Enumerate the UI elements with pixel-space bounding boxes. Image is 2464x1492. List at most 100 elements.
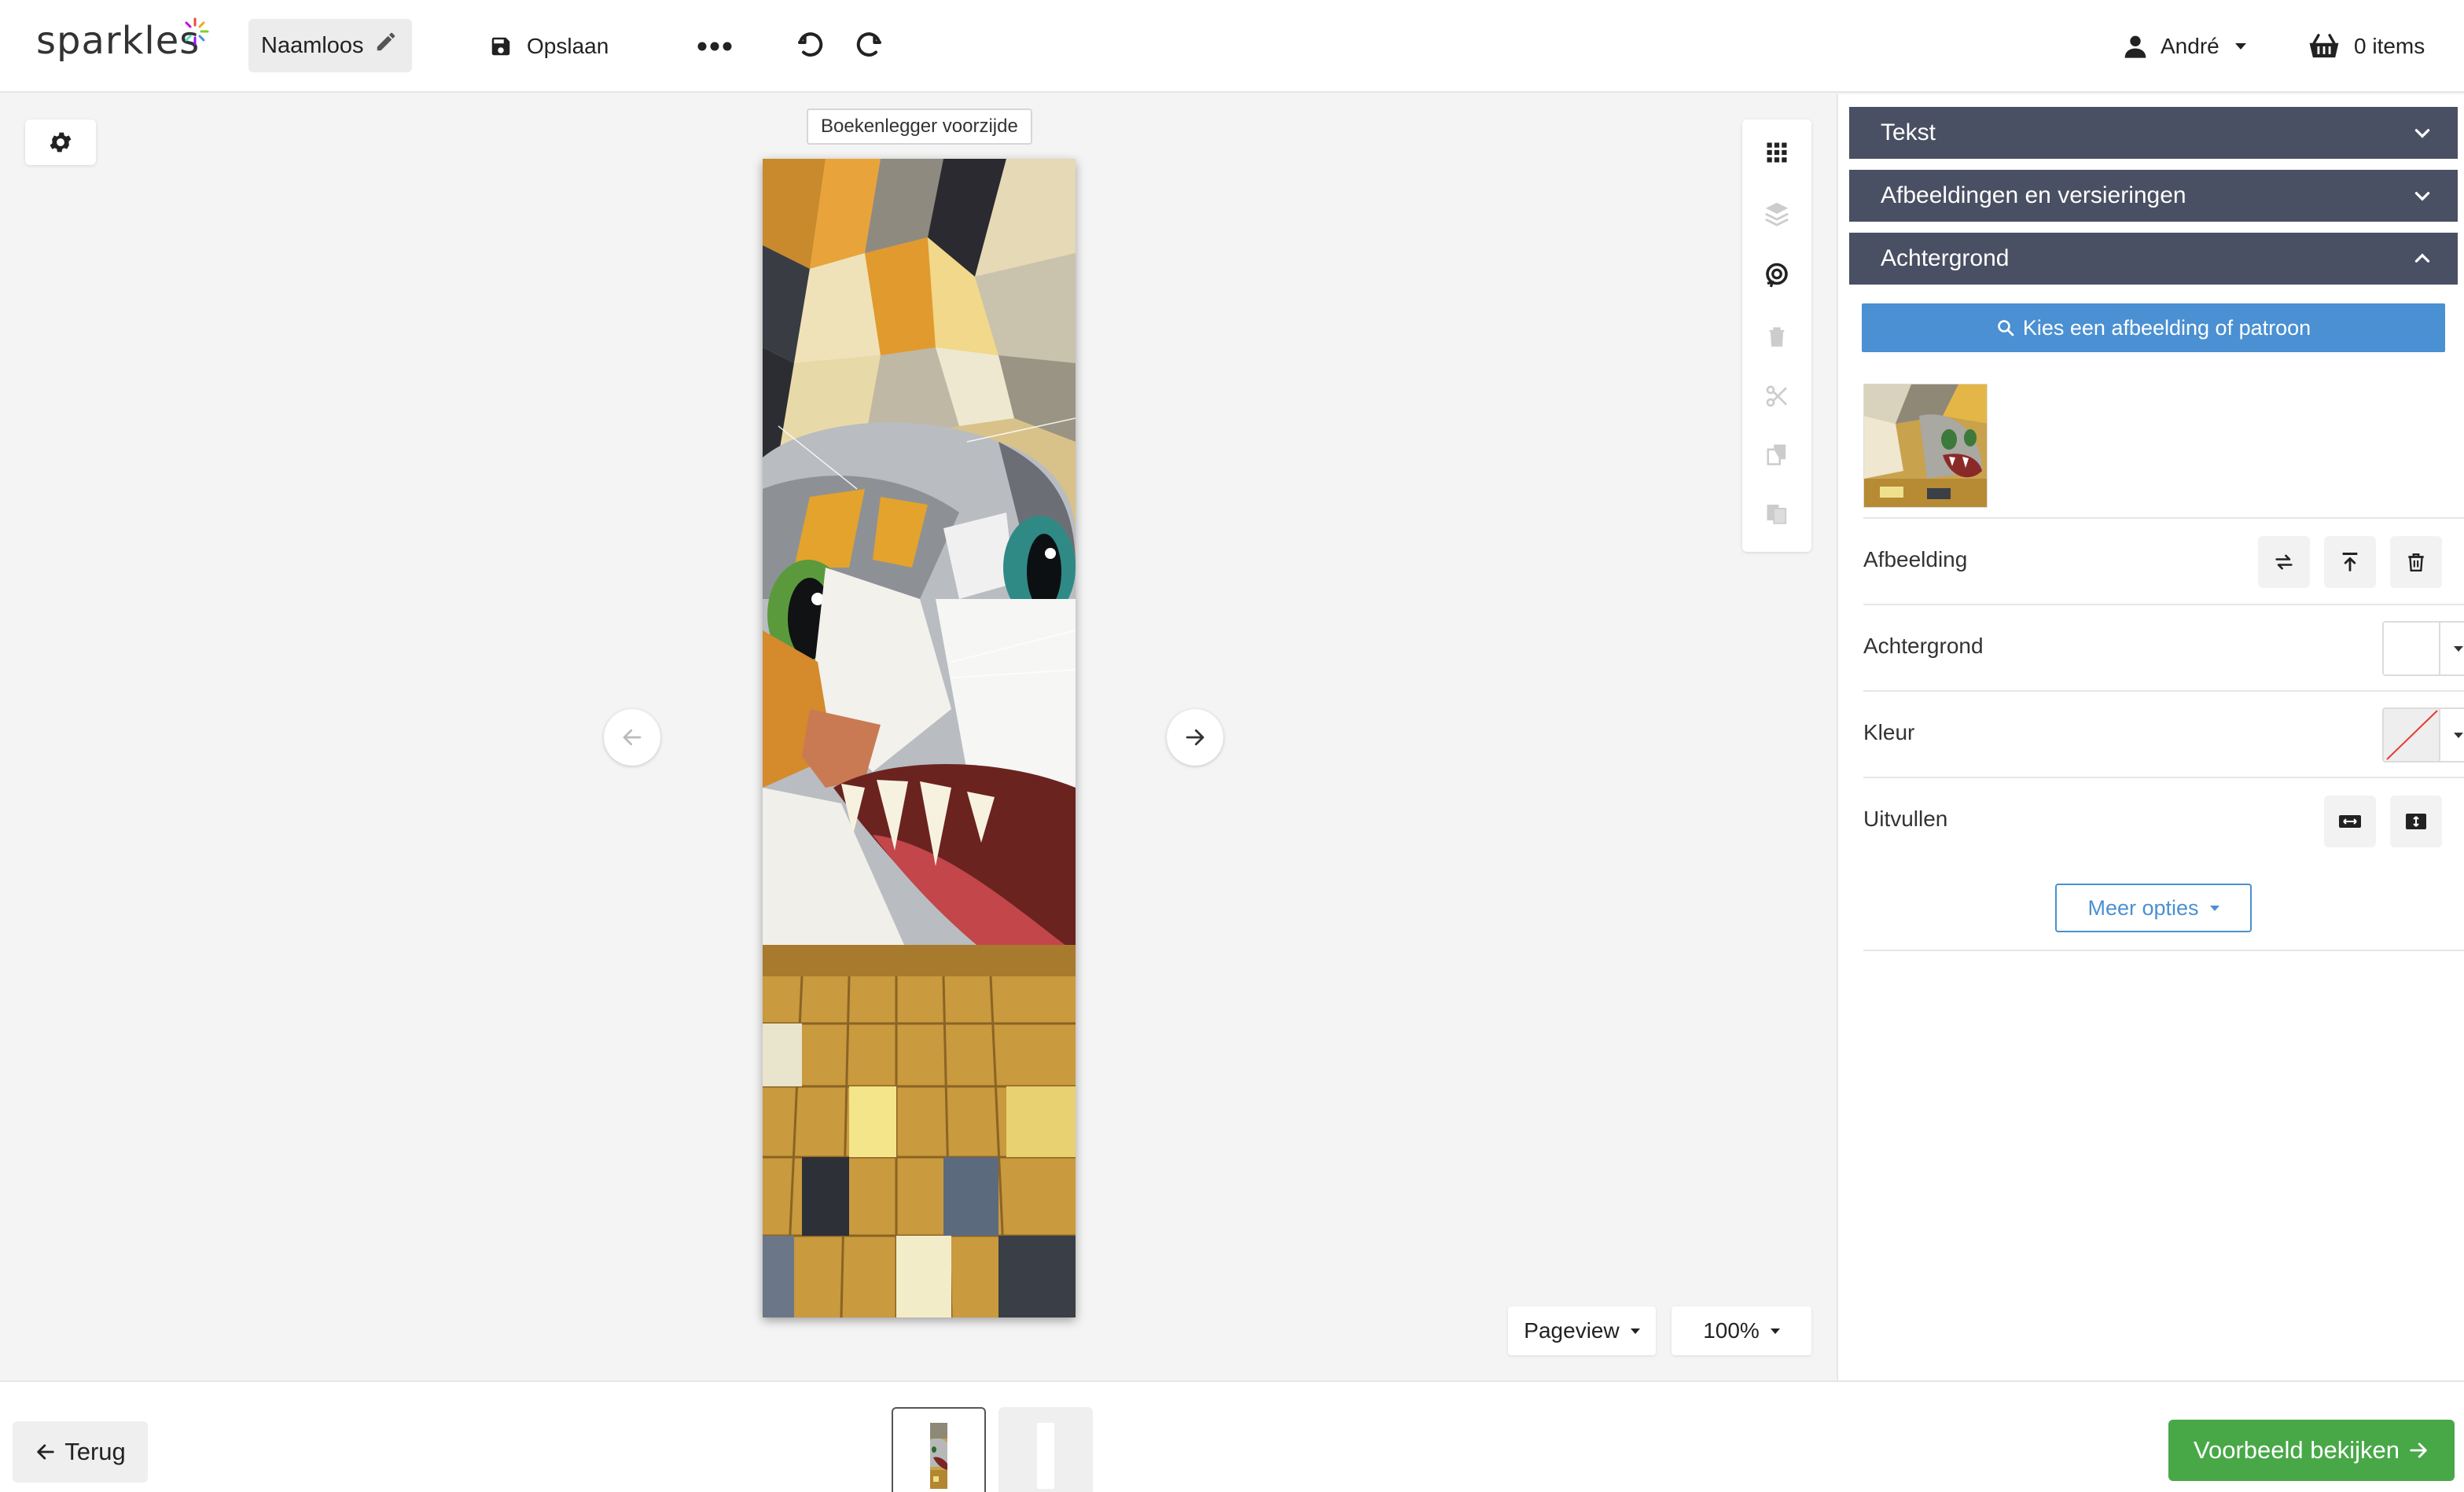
background-color-picker[interactable] [2382,621,2464,676]
fill-label: Uitvullen [1863,807,1948,831]
background-color-swatch[interactable] [2384,623,2439,674]
cart-label: 0 items [2354,34,2425,58]
preview-button[interactable]: Voorbeeld bekijken [2168,1420,2455,1481]
pencil-icon[interactable] [374,30,398,53]
choose-background-label: Kies een afbeelding of patroon [2022,315,2311,340]
back-label: Terug [64,1438,126,1465]
background-thumbnail[interactable] [1863,384,1988,508]
undo-button[interactable] [796,24,827,69]
swap-image-button[interactable] [2258,536,2310,588]
redo-icon [856,32,881,57]
logo[interactable]: sparkles [36,19,200,63]
trash-icon [1769,327,1785,347]
align-top-button[interactable] [2324,536,2376,588]
background-thumbnail-image [1864,384,1987,507]
settings-button[interactable] [25,119,96,165]
fit-width-icon [2339,815,2361,828]
page-thumbnail-image [930,1423,947,1489]
preview-label: Voorbeeld bekijken [2194,1436,2400,1464]
previous-page-button[interactable] [604,709,660,766]
back-button[interactable]: Terug [13,1421,148,1483]
color-dropdown[interactable] [2439,709,2464,761]
align-top-icon [2342,552,2358,571]
properties-panel: Tekst Afbeeldingen en versieringen Achte… [1837,94,2464,1380]
caret-down-icon [2234,43,2246,50]
background-color-label: Achtergrond [1863,634,1984,658]
page-label: Boekenlegger voorzijde [807,108,1032,145]
layers-icon [1765,202,1789,226]
scissors-icon [1766,385,1787,407]
delete-tool[interactable] [1760,319,1794,354]
zoom-label: 100% [1703,1318,1760,1343]
view-mode-dropdown[interactable]: Pageview [1508,1306,1656,1355]
caret-down-icon [1630,1328,1640,1334]
basket-icon [2309,34,2339,58]
redo-button[interactable] [852,24,884,69]
image-row-label: Afbeelding [1863,547,1968,571]
section-label: Afbeeldingen en versieringen [1881,182,2186,208]
arrow-right-icon [2410,1442,2427,1458]
ellipsis-icon [697,42,732,51]
more-options-label: Meer opties [2087,895,2199,920]
cart-button[interactable]: 0 items [2308,24,2425,69]
section-tekst[interactable]: Tekst [1849,107,2458,159]
page-thumbnail-back[interactable] [998,1407,1093,1492]
choose-background-button[interactable]: Kies een afbeelding of patroon [1862,303,2445,352]
next-page-button[interactable] [1167,709,1223,766]
undo-icon [798,32,823,57]
save-label: Opslaan [527,34,609,58]
section-afbeeldingen[interactable]: Afbeeldingen en versieringen [1849,170,2458,222]
background-color-row: Achtergrond [1863,604,2464,689]
save-button[interactable]: Opslaan [489,24,609,69]
more-menu-button[interactable] [697,24,733,69]
caret-down-icon [2209,905,2219,911]
color-row: Kleur [1863,690,2464,775]
rotate-tool[interactable] [1760,258,1794,292]
bookmark-artwork[interactable] [763,159,1076,1317]
editor-canvas[interactable]: Boekenlegger voorzijde Pageview 100% [0,94,1837,1380]
paste-tool[interactable] [1760,495,1794,530]
arrow-right-icon [1186,729,1204,746]
no-color-swatch[interactable] [2384,709,2439,761]
bookmark-page[interactable] [763,159,1076,1317]
copy-tool[interactable] [1760,437,1794,472]
layers-tool[interactable] [1760,197,1794,231]
trash-icon [2408,553,2424,572]
view-mode-label: Pageview [1524,1318,1620,1343]
caret-down-icon [1770,1328,1780,1334]
color-label: Kleur [1863,720,1915,744]
zoom-dropdown[interactable]: 100% [1671,1306,1811,1355]
background-color-dropdown[interactable] [2439,623,2464,674]
image-row: Afbeelding [1863,517,2464,602]
copy-icon [1767,444,1786,465]
fill-width-button[interactable] [2324,796,2376,847]
user-icon [2124,35,2146,58]
section-label: Tekst [1881,119,1936,145]
caret-down-icon [2454,732,2463,738]
fill-height-button[interactable] [2390,796,2442,847]
chevron-down-icon [2414,192,2430,201]
top-bar: sparkles Naamloos Opslaan André 0 items [0,0,2464,93]
tool-column [1742,119,1811,552]
grid-icon [1767,142,1787,163]
search-icon [1998,320,2014,336]
remove-image-button[interactable] [2390,536,2442,588]
document-name-label: Naamloos [261,32,364,58]
sparkle-icon [185,17,209,46]
cut-tool[interactable] [1760,379,1794,413]
paste-icon [1767,505,1787,524]
user-name: André [2161,34,2219,58]
user-menu[interactable]: André [2123,24,2248,69]
save-icon [491,37,510,56]
section-achtergrond[interactable]: Achtergrond [1849,233,2458,285]
rotate-icon [1766,263,1788,288]
more-options-button[interactable]: Meer opties [2055,884,2252,932]
section-label: Achtergrond [1881,245,2010,271]
color-picker[interactable] [2382,707,2464,763]
gear-icon [50,132,72,153]
page-thumbnail-front[interactable] [892,1407,986,1492]
grid-tool[interactable] [1760,135,1794,170]
fit-height-icon [2406,814,2426,829]
document-name[interactable]: Naamloos [248,19,412,72]
page-thumbnail-art [930,1423,947,1489]
